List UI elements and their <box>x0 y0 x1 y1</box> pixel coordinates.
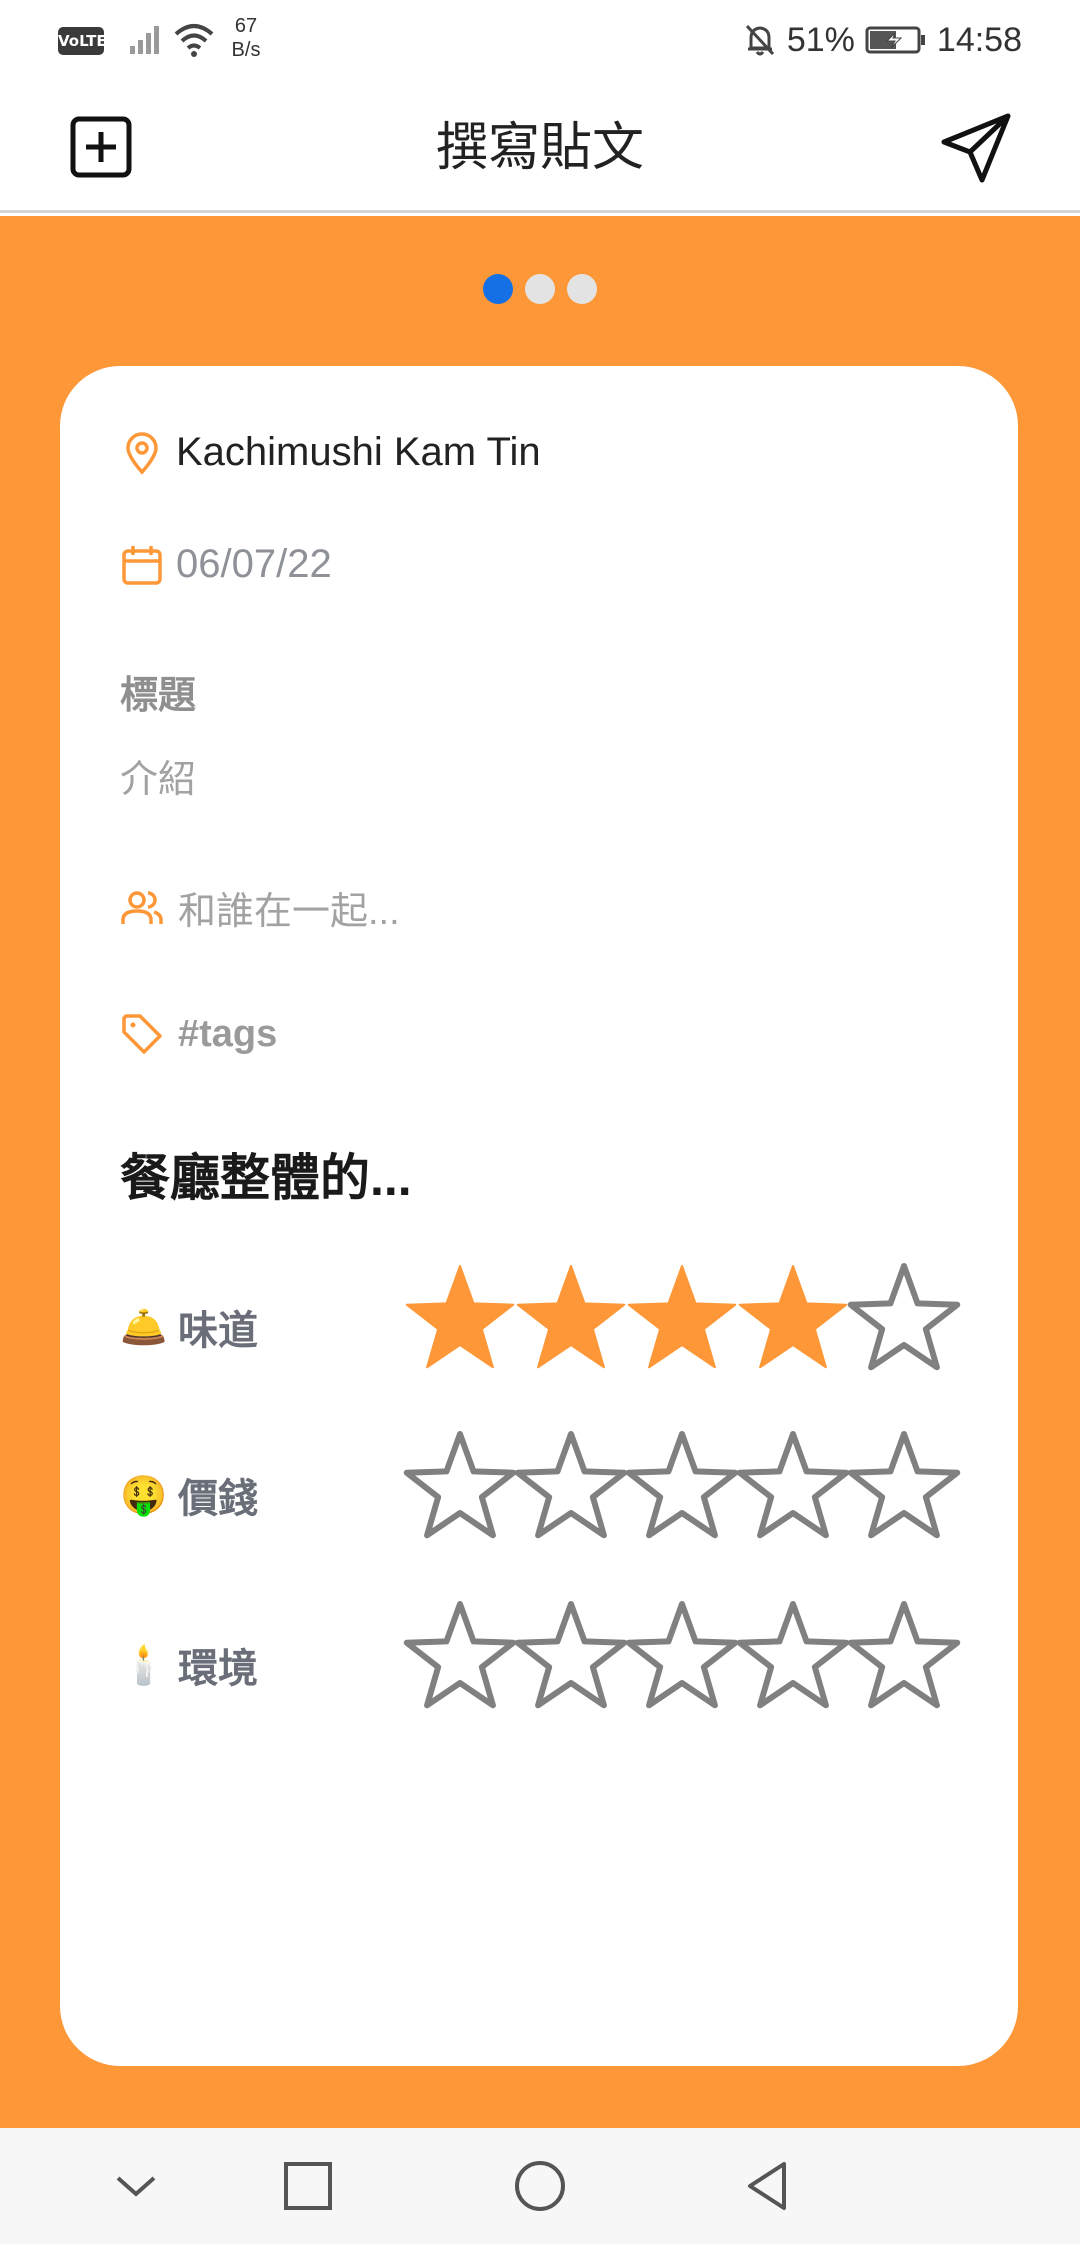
rating-label-text: 味道 <box>178 1309 258 1353</box>
rating-row-environment: 🕯️ 環境 <box>120 1598 961 1718</box>
star-rating <box>400 1598 961 1718</box>
chevron-down-icon[interactable] <box>108 2158 164 2214</box>
battery-charging-icon <box>865 26 925 54</box>
with-whom-input: 和誰在一起... <box>178 891 400 933</box>
status-right: 51% 14:58 <box>743 18 1022 62</box>
star-1-filled-icon[interactable] <box>400 1260 520 1380</box>
rating-row-price: 🤑 價錢 <box>120 1428 961 1548</box>
page-dot-2[interactable] <box>525 274 555 304</box>
rating-label-text: 價錢 <box>178 1477 258 1521</box>
star-rating <box>400 1428 961 1548</box>
candle-emoji-icon: 🕯️ <box>120 1642 168 1687</box>
star-3-empty-icon[interactable] <box>622 1428 742 1548</box>
money-face-emoji-icon: 🤑 <box>120 1472 168 1517</box>
wifi-icon <box>174 24 214 57</box>
title-input[interactable]: 標題 <box>120 664 196 719</box>
location-pin-icon <box>126 431 158 475</box>
star-5-empty-icon[interactable] <box>844 1428 964 1548</box>
page-dot-1[interactable] <box>483 274 513 304</box>
signal-icon <box>130 26 159 54</box>
clock: 14:58 <box>936 20 1022 59</box>
page-dot-3[interactable] <box>567 274 597 304</box>
system-nav-bar <box>0 2128 1080 2244</box>
ratings-section-title: 餐廳整體的... <box>120 1150 412 1206</box>
recent-apps-square-icon[interactable] <box>280 2158 336 2214</box>
date-row[interactable]: 06/07/22 <box>120 542 332 587</box>
star-5-empty-icon[interactable] <box>844 1598 964 1718</box>
volte-indicator: VoLTE <box>58 27 107 55</box>
tags-row[interactable]: #tags <box>120 1012 277 1056</box>
location-row[interactable]: Kachimushi Kam Tin <box>120 430 541 475</box>
send-icon[interactable] <box>938 110 1014 186</box>
star-1-empty-icon[interactable] <box>400 1598 520 1718</box>
star-4-empty-icon[interactable] <box>733 1598 853 1718</box>
rating-label-environment: 🕯️ 環境 <box>120 1636 258 1694</box>
star-rating <box>400 1260 961 1380</box>
star-3-filled-icon[interactable] <box>622 1260 742 1380</box>
star-2-empty-icon[interactable] <box>511 1428 631 1548</box>
tag-icon <box>122 1014 162 1054</box>
rating-row-taste: 🛎️ 味道 <box>120 1260 961 1380</box>
rating-label-price: 🤑 價錢 <box>120 1466 258 1524</box>
date-text: 06/07/22 <box>176 542 332 586</box>
network-speed-value: 67 <box>234 15 258 37</box>
star-3-empty-icon[interactable] <box>622 1598 742 1718</box>
network-speed: 67 B/s <box>226 14 266 62</box>
page-title: 撰寫貼文 <box>435 119 644 177</box>
star-2-empty-icon[interactable] <box>511 1598 631 1718</box>
rating-label-taste: 🛎️ 味道 <box>120 1298 258 1356</box>
people-icon <box>121 890 163 924</box>
star-1-empty-icon[interactable] <box>400 1428 520 1548</box>
star-4-empty-icon[interactable] <box>733 1428 853 1548</box>
status-bar: VoLTE 67 B/s 51% 14:58 <box>0 0 1080 80</box>
mute-bell-icon <box>745 24 774 56</box>
intro-input[interactable]: 介紹 <box>120 748 196 803</box>
compose-area: Kachimushi Kam Tin 06/07/22 標題 介紹 和誰在一起.… <box>0 216 1080 2128</box>
battery-percent: 51% <box>786 20 855 59</box>
network-speed-unit: B/s <box>231 39 261 61</box>
tags-input: #tags <box>178 1012 278 1055</box>
star-5-empty-icon[interactable] <box>844 1260 964 1380</box>
location-text: Kachimushi Kam Tin <box>176 430 541 474</box>
post-card: Kachimushi Kam Tin 06/07/22 標題 介紹 和誰在一起.… <box>60 366 1018 2066</box>
star-2-filled-icon[interactable] <box>511 1260 631 1380</box>
back-triangle-icon[interactable] <box>740 2158 796 2214</box>
rating-label-text: 環境 <box>178 1647 258 1691</box>
calendar-icon <box>122 545 162 585</box>
star-4-filled-icon[interactable] <box>733 1260 853 1380</box>
home-circle-icon[interactable] <box>512 2158 568 2214</box>
with-whom-row[interactable]: 和誰在一起... <box>120 880 400 935</box>
page-indicator <box>0 274 1080 308</box>
bell-emoji-icon: 🛎️ <box>120 1304 168 1349</box>
app-header: 撰寫貼文 <box>0 80 1080 213</box>
